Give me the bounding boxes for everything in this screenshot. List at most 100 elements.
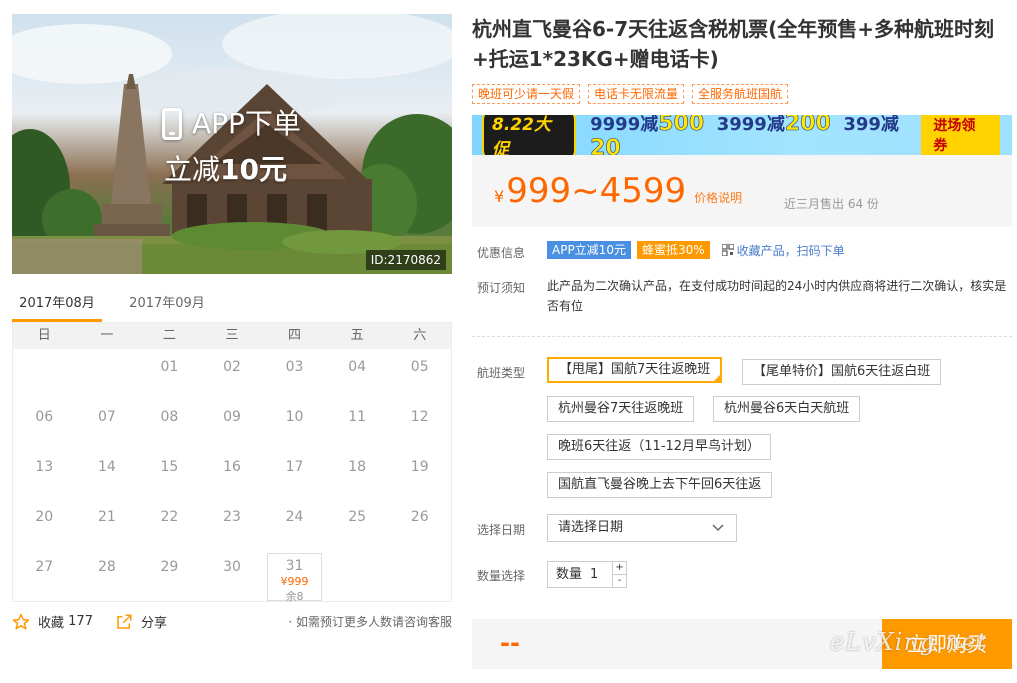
calendar-weekday-header: 日 一 二 三 四 五 六	[13, 323, 451, 349]
weekday-sun: 日	[37, 328, 51, 343]
calendar-day: 26	[410, 509, 429, 525]
calendar-day: 25	[348, 509, 367, 525]
calendar-day: 04	[348, 359, 367, 375]
section-divider	[472, 336, 1012, 337]
offer-prefix: 9999减	[590, 115, 659, 135]
quantity-stepper: 数量 1 + -	[547, 561, 627, 588]
favorite-button[interactable]: 收藏 177	[12, 612, 93, 631]
calendar-day: 17	[285, 459, 304, 475]
tab-month-august[interactable]: 2017年08月	[12, 290, 102, 322]
price-range: ¥ 999~4599 价格说明	[494, 171, 742, 211]
date-select-dropdown[interactable]: 请选择日期	[547, 514, 737, 542]
flight-option-selected[interactable]: 【甩尾】国航7天往返晚班	[547, 357, 723, 383]
flight-type-label: 航班类型	[477, 366, 526, 380]
calendar-day: 21	[97, 509, 116, 525]
promo-offers: 9999减500 3999减200 399减 20	[590, 115, 921, 155]
share-icon	[117, 614, 132, 629]
share-label: 分享	[140, 616, 167, 631]
qr-order-link[interactable]: 收藏产品，扫码下单	[721, 242, 845, 259]
price-currency: ¥	[494, 187, 505, 206]
product-actions: 收藏 177 分享 · 如需预订更多人数请咨询客服	[12, 612, 452, 631]
promo-app-order: APP下单	[192, 107, 301, 140]
flight-option[interactable]: 【尾单特价】国航6天往返白班	[742, 359, 942, 385]
calendar-day: 14	[97, 459, 116, 475]
perks-label: 优惠信息	[477, 246, 526, 260]
product-hero-image: APP下单 立减10元 ID:2170862	[12, 14, 452, 274]
star-icon	[12, 613, 30, 629]
product-title: 杭州直飞曼谷6-7天往返含税机票(全年预售+多种航班时刻+托运1*23KG+赠电…	[472, 17, 995, 71]
favorite-label: 收藏	[38, 616, 65, 631]
share-button[interactable]: 分享	[115, 612, 167, 631]
date-select-placeholder: 请选择日期	[558, 520, 624, 535]
price-value: 999~4599	[506, 171, 687, 211]
calendar-day: 23	[223, 509, 241, 525]
calendar-day: 28	[97, 559, 116, 575]
flight-option[interactable]: 杭州曼谷7天往返晚班	[547, 396, 695, 422]
app-promo-overlay: APP下单 立减10元	[162, 106, 301, 190]
calendar-day-available[interactable]: 31 ¥999 余8	[267, 553, 322, 603]
qr-order-label: 收藏产品，扫码下单	[736, 243, 845, 258]
promo-badge: 8.22大促	[482, 115, 577, 155]
flight-option[interactable]: 国航直飞曼谷晚上去下午回6天往返	[547, 472, 773, 498]
calendar-day: 29	[160, 559, 179, 575]
calendar-day-grid: 01 02 03 04 05 06 07 08 09 10 11 12 13 1…	[13, 349, 451, 603]
product-tag: 晚班可少请一天假	[472, 84, 581, 104]
calendar-day: 15	[160, 459, 179, 475]
promo-discount-amount: 10元	[220, 153, 287, 186]
product-id-tag: ID:2170862	[365, 250, 446, 270]
product-tags: 晚班可少请一天假 电话卡无限流量 全服务航班国航	[472, 84, 789, 104]
phone-icon	[162, 108, 182, 140]
product-tag: 电话卡无限流量	[588, 84, 685, 104]
qr-code-icon	[721, 244, 734, 256]
offer-amount: 200	[784, 115, 832, 136]
price-box: ¥ 999~4599 价格说明 近三月售出 64 份	[472, 155, 1012, 227]
weekday-tue: 二	[162, 328, 176, 343]
quantity-value[interactable]: 1	[590, 567, 598, 582]
calendar-day: 07	[97, 409, 116, 425]
calendar-day: 18	[348, 459, 367, 475]
consult-service-text: · 如需预订更多人数请咨询客服	[288, 615, 452, 629]
product-tag: 全服务航班国航	[692, 84, 789, 104]
weekday-fri: 五	[350, 328, 364, 343]
total-price: --	[500, 629, 520, 657]
calendar-day: 05	[410, 359, 429, 375]
notice-label: 预订须知	[477, 281, 526, 295]
offer-amount: 20	[590, 135, 621, 155]
calendar-day: 12	[410, 409, 429, 425]
weekday-wed: 三	[225, 328, 239, 343]
promo-banner[interactable]: 8.22大促 9999减500 3999减200 399减 20 进场领券	[472, 115, 1012, 155]
calendar-day	[326, 551, 389, 601]
get-coupon-button[interactable]: 进场领券	[921, 115, 1000, 155]
calendar-day: 13	[35, 459, 54, 475]
weekday-sat: 六	[413, 328, 427, 343]
date-label: 选择日期	[477, 523, 526, 537]
price-explanation-link[interactable]: 价格说明	[694, 189, 742, 206]
tab-month-september[interactable]: 2017年09月	[122, 290, 212, 322]
calendar-day: 30	[223, 559, 241, 575]
departure-calendar: 日 一 二 三 四 五 六 01 02 03 04 05 06 07 08 09…	[12, 322, 452, 603]
buy-now-button[interactable]: 立即购买	[882, 619, 1012, 669]
available-day-remaining: 余8	[285, 590, 304, 603]
calendar-day: 06	[35, 409, 54, 425]
quantity-decrease-button[interactable]: -	[612, 575, 626, 587]
available-day-number: 31	[285, 558, 304, 574]
calendar-day	[388, 551, 451, 601]
calendar-day: 27	[35, 559, 54, 575]
flight-option[interactable]: 杭州曼谷6天白天航班	[713, 396, 861, 422]
quantity-increase-button[interactable]: +	[612, 562, 626, 575]
calendar-day: 09	[223, 409, 241, 425]
sold-count: 近三月售出 64 份	[784, 197, 879, 211]
chevron-down-icon	[712, 524, 724, 532]
available-day-price: ¥999	[280, 575, 309, 588]
perk-honey-discount: 蜂蜜抵30%	[636, 241, 710, 259]
calendar-day	[13, 351, 76, 401]
calendar-day: 01	[160, 359, 179, 375]
promo-discount-prefix: 立减	[164, 153, 221, 186]
perks-list: APP立减10元 蜂蜜抵30% 收藏产品，扫码下单	[547, 241, 845, 259]
month-tabs: 2017年08月 2017年09月	[12, 290, 452, 322]
offer-prefix: 3999减	[716, 115, 785, 135]
quantity-label: 数量选择	[477, 569, 526, 583]
calendar-day: 08	[160, 409, 179, 425]
flight-option[interactable]: 晚班6天往返（11-12月早鸟计划）	[547, 434, 772, 460]
calendar-day: 19	[410, 459, 429, 475]
